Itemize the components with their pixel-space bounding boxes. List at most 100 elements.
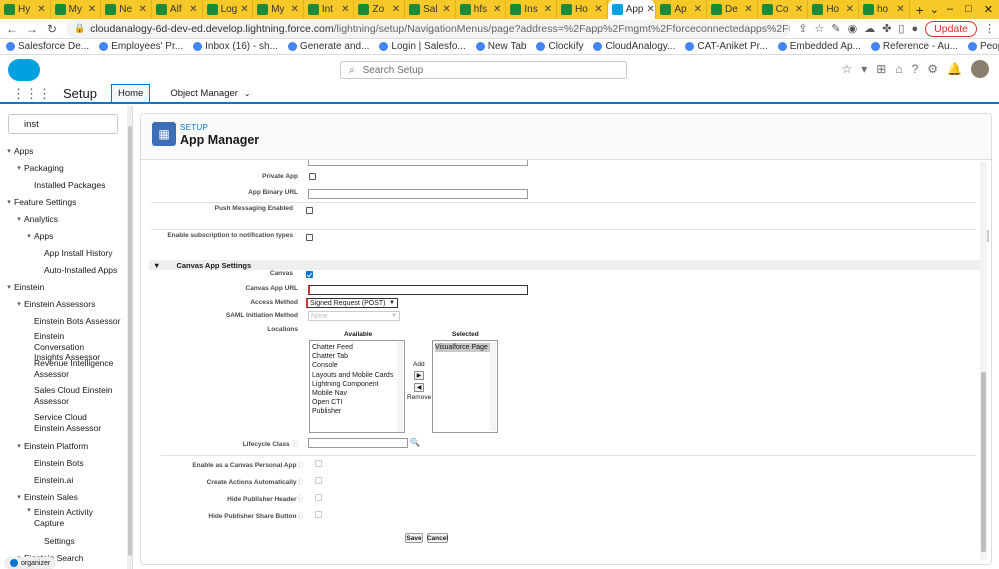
hide-share-button-checkbox[interactable] xyxy=(315,511,322,518)
close-icon[interactable]: ✕ xyxy=(290,4,298,15)
bookmark-item[interactable]: People - Get M... xyxy=(967,41,999,52)
search-setup-input[interactable]: ⌕ Search Setup xyxy=(340,61,627,79)
canvas-url-input[interactable] xyxy=(308,285,528,295)
sidepanel-icon[interactable]: ▯ xyxy=(898,22,904,35)
sidebar-item[interactable]: Sales Cloud Einstein Assessor xyxy=(0,383,130,410)
bookmark-item[interactable]: New Tab xyxy=(475,41,526,52)
collapse-triangle-icon[interactable]: ▼ xyxy=(153,261,160,270)
form-scroll-thumb[interactable] xyxy=(981,372,986,552)
kebab-menu-icon[interactable]: ⋮ xyxy=(984,22,999,35)
close-window-icon[interactable]: ✕ xyxy=(984,3,993,16)
bookmark-item[interactable]: Reference - Au... xyxy=(870,41,958,52)
close-icon[interactable]: ✕ xyxy=(493,4,501,15)
extension-icon[interactable]: ◉ xyxy=(848,22,858,35)
browser-tab[interactable]: Ho ✕ xyxy=(808,0,859,19)
browser-tab[interactable]: ho ✕ xyxy=(859,0,910,19)
remove-button[interactable]: ◀ xyxy=(414,383,424,392)
chevron-down-icon[interactable]: ▾ xyxy=(14,442,24,450)
cut-off-text-field[interactable] xyxy=(308,160,528,166)
help-icon[interactable]: ⓘ xyxy=(297,513,304,520)
bookmark-item[interactable]: Login | Salesfo... xyxy=(379,41,466,52)
close-icon[interactable]: ✕ xyxy=(189,4,197,15)
bookmark-item[interactable]: Salesforce De... xyxy=(6,41,89,52)
private-app-checkbox[interactable] xyxy=(309,173,316,180)
browser-tab[interactable]: Ne ✕ xyxy=(101,0,152,19)
close-icon[interactable]: ✕ xyxy=(795,4,803,15)
browser-tab[interactable]: Zo ✕ xyxy=(354,0,406,19)
close-icon[interactable]: ✕ xyxy=(896,4,904,15)
selected-list-scrollbar[interactable] xyxy=(490,342,496,431)
access-method-select[interactable]: Signed Request (POST) ▼ xyxy=(306,298,398,308)
sidebar-item[interactable]: ▾ Einstein Assessors xyxy=(0,295,130,312)
sidebar-item[interactable]: ▾ Apps xyxy=(0,142,130,159)
sidebar-item[interactable]: ▾ Einstein xyxy=(0,278,130,295)
sidebar-item[interactable]: ▾ Packaging xyxy=(0,159,130,176)
personal-app-checkbox[interactable] xyxy=(315,460,322,467)
reload-icon[interactable]: ↻ xyxy=(46,22,58,36)
sidebar-item[interactable]: Service Cloud Einstein Assessor xyxy=(0,410,130,437)
help-icon[interactable]: ⓘ xyxy=(297,462,304,469)
saml-initiation-select[interactable]: None ▼ xyxy=(308,311,400,321)
close-icon[interactable]: ✕ xyxy=(594,4,602,15)
canvas-section-header[interactable]: ▼ Canvas App Settings xyxy=(149,260,981,270)
gear-icon[interactable]: ⚙ xyxy=(927,62,938,76)
browser-tab[interactable]: Hy ✕ xyxy=(0,0,51,19)
tab-home[interactable]: Home xyxy=(110,84,151,103)
chevron-down-icon[interactable]: ▾ xyxy=(4,147,14,155)
chevron-down-icon[interactable]: ▾ xyxy=(14,164,24,172)
help-icon[interactable]: ⓘ xyxy=(290,441,298,448)
notification-bell-icon[interactable]: 🔔 xyxy=(947,62,962,76)
sidebar-item[interactable]: ▾ Einstein Activity Capture xyxy=(0,505,130,532)
sidebar-item[interactable]: Einstein Conversation Insights Assessor xyxy=(0,329,130,362)
sidebar-item[interactable]: ▾ Einstein Platform xyxy=(0,437,130,454)
browser-tab[interactable]: Log ✕ xyxy=(203,0,254,19)
close-icon[interactable]: ✕ xyxy=(442,4,450,15)
sidebar-item[interactable]: Settings xyxy=(0,532,130,549)
chevron-down-icon[interactable]: ▾ xyxy=(14,493,24,501)
close-icon[interactable]: ✕ xyxy=(139,4,147,15)
help-icon[interactable]: ? xyxy=(912,62,919,76)
sidebar-item[interactable]: ▾ Feature Settings xyxy=(0,193,130,210)
chevron-down-icon[interactable]: ▾ xyxy=(24,232,34,240)
bookmark-item[interactable]: CloudAnalogy... xyxy=(593,41,675,52)
browser-tab[interactable]: Alf ✕ xyxy=(152,0,203,19)
close-icon[interactable]: ✕ xyxy=(240,4,248,15)
organizer-badge[interactable]: organizer xyxy=(4,557,57,569)
puzzle-icon[interactable]: ✤ xyxy=(882,22,891,35)
list-option[interactable]: Chatter Feed xyxy=(312,344,353,351)
browser-tab-active[interactable]: App ✕ xyxy=(607,0,657,19)
chevron-down-icon[interactable]: ▾ xyxy=(4,283,14,291)
salesforce-logo[interactable] xyxy=(8,59,40,81)
bookmark-item[interactable]: CAT-Aniket Pr... xyxy=(685,41,768,52)
sidebar-item[interactable]: Einstein Bots Assessor xyxy=(0,312,130,329)
trailhead-icon[interactable]: ⌂ xyxy=(895,62,902,76)
subscription-checkbox[interactable] xyxy=(306,234,313,241)
back-icon[interactable]: ← xyxy=(6,22,18,36)
close-icon[interactable]: ✕ xyxy=(37,4,45,15)
browser-tab[interactable]: Sal ✕ xyxy=(405,0,456,19)
browser-tab[interactable]: Ap ✕ xyxy=(656,0,708,19)
sidebar-item[interactable]: ▾ Apps xyxy=(0,227,130,244)
sidebar-item[interactable]: Revenue Intelligence Assessor xyxy=(0,356,130,383)
bookmark-item[interactable]: Inbox (16) - sh... xyxy=(193,41,278,52)
list-option[interactable]: Lightning Component xyxy=(312,381,379,388)
available-list[interactable]: Chatter Feed Chatter Tab Console Layouts an… xyxy=(309,340,405,433)
hide-publisher-header-checkbox[interactable] xyxy=(315,494,322,501)
chevron-down-icon[interactable]: ⌄ xyxy=(244,89,251,98)
update-button[interactable]: Update xyxy=(925,20,977,37)
cancel-button[interactable]: Cancel xyxy=(427,533,448,543)
global-actions-icon[interactable]: ⊞ xyxy=(876,62,886,76)
push-messaging-checkbox[interactable] xyxy=(306,207,313,214)
browser-tab[interactable]: Ins ✕ xyxy=(506,0,558,19)
browser-tab[interactable]: hfs ✕ xyxy=(456,0,507,19)
avatar[interactable] xyxy=(971,60,989,78)
list-option[interactable]: Publisher xyxy=(312,408,341,415)
bookmark-item[interactable]: Generate and... xyxy=(287,41,369,52)
list-option[interactable]: Console xyxy=(312,362,338,369)
salesforce-extension-icon[interactable]: ☁ xyxy=(864,22,875,35)
bookmark-item[interactable]: Clockify xyxy=(536,41,583,52)
list-option[interactable]: Layouts and Mobile Cards xyxy=(312,372,393,379)
close-icon[interactable]: ✕ xyxy=(694,4,702,15)
close-icon[interactable]: ✕ xyxy=(744,4,752,15)
quick-find-input[interactable]: inst xyxy=(8,114,118,134)
